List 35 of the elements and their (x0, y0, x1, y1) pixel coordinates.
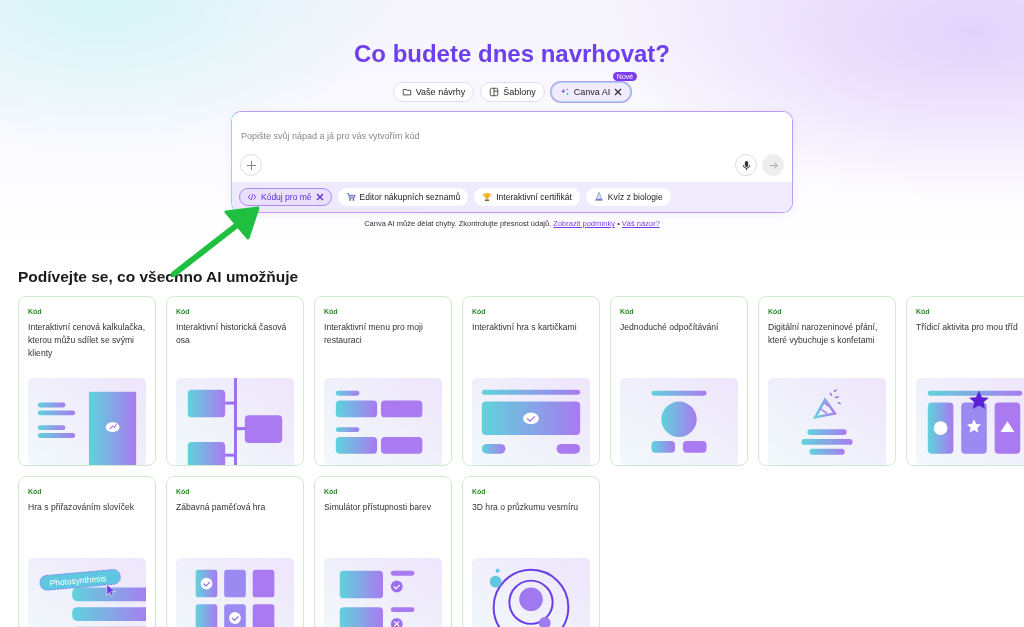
card-title: Jednoduché odpočítávání (620, 321, 720, 334)
template-icon (489, 87, 500, 97)
add-button[interactable] (240, 154, 262, 176)
plus-icon (245, 159, 257, 171)
suggestion-chip[interactable]: Kvíz z biologie (585, 188, 671, 206)
card-title: Simulátor přístupnosti barev (324, 501, 432, 514)
section-heading: Podívejte se, co všechno AI umožňuje (18, 268, 300, 286)
card-title: Třídicí aktivita pro mou tříd (916, 321, 1019, 334)
card-title: Interaktivní menu pro moji restauraci (324, 321, 424, 347)
prompt-input[interactable]: Popište svůj nápad a já pro vás vytvořím kód (232, 112, 792, 146)
cart-icon (345, 192, 356, 202)
card-title: Hra s přiřazováním slovíček (28, 501, 136, 514)
card-title: 3D hra o průzkumu vesmíru (472, 501, 580, 514)
card-title: Interaktivní hra s kartičkami (472, 321, 578, 334)
tab[interactable]: Canva AI (550, 82, 632, 102)
word-chip-label: Photosynthesis (49, 573, 107, 589)
microphone-button[interactable] (735, 154, 757, 176)
prompt-box[interactable]: Popište svůj nápad a já pro vás vytvořím kód Kóduj pro mě Editor nákupních seznamů Interaktivní certifikát Kvíz z biologie (231, 111, 793, 213)
tab[interactable]: Vaše návrhy (392, 82, 475, 102)
suggestion-chip[interactable]: Editor nákupních seznamů (337, 188, 469, 206)
card-title: Zábavná paměťová hra (176, 501, 267, 514)
card-title: Digitální narozeninové přání, které vybuchuje s konfetami (768, 321, 879, 347)
microphone-icon (740, 159, 752, 171)
close-icon[interactable] (315, 193, 324, 201)
tab[interactable]: Šablony (480, 82, 545, 102)
suggestion-chip[interactable]: Interaktivní certifikát (474, 188, 580, 206)
suggestion-chip[interactable]: Kóduj pro mě (239, 188, 332, 206)
folder-icon (401, 87, 412, 97)
card-title: Interaktivní cenová kalkulačka, kterou můžu sdílet se svými klienty (28, 321, 146, 360)
trophy-icon (482, 192, 493, 202)
card-title: Interaktivní historická časová osa (176, 321, 288, 347)
page-title: Co budete dnes navrhovat? (353, 40, 670, 68)
close-icon[interactable] (614, 88, 623, 96)
sparkle-icon (559, 87, 570, 97)
code-icon (247, 192, 257, 202)
